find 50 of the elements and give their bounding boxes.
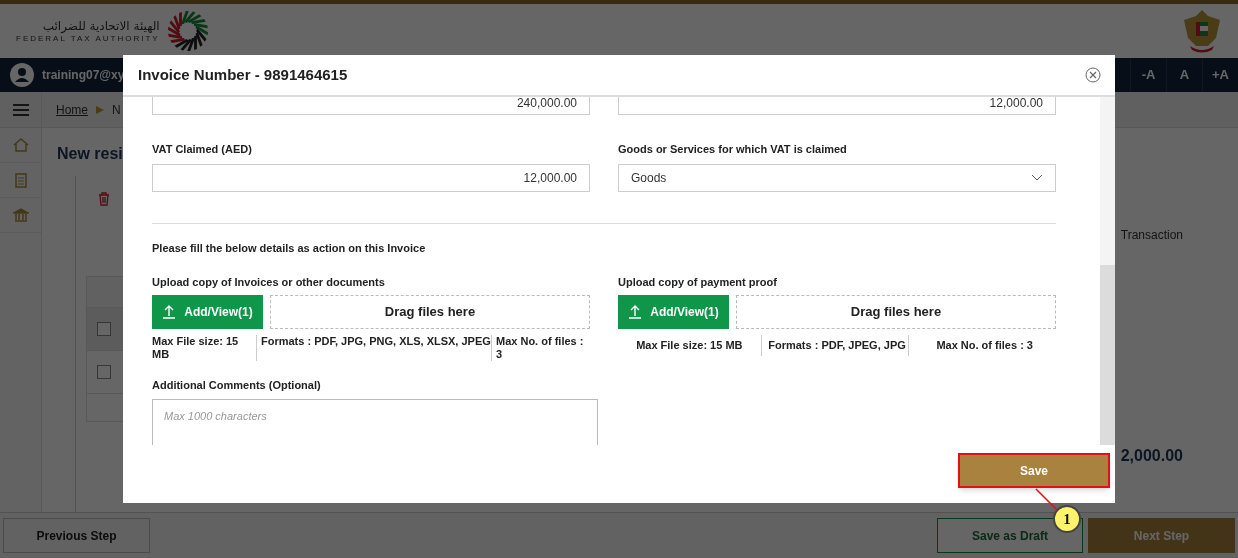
drop-zone[interactable]: Drag files here [736,294,1056,329]
input-field[interactable]: 240,000.00 [152,97,590,115]
menu-icon[interactable] [12,103,29,116]
trash-icon[interactable] [98,192,110,206]
chevron-icon [96,105,104,114]
avatar-icon [10,63,34,87]
file-limit-text: Max No. of files : 3 [908,334,1056,356]
home-icon[interactable] [12,137,29,153]
field-label: VAT Claimed (AED) [152,142,253,157]
add-view-button[interactable]: Add/View(1) [152,294,263,329]
upload-icon [628,304,643,319]
file-limit-text: Max File size: 15 MB [635,337,744,353]
column-header: Transaction [1120,227,1183,244]
add-view-button[interactable]: Add/View(1) [618,294,729,329]
bank-icon[interactable] [12,207,29,223]
checkbox[interactable] [97,322,111,336]
emblem-icon [1182,8,1222,54]
file-limit-text: Formats : PDF, JPEG, JPG [760,334,909,356]
file-limit-text: Max File size: 15 MB [152,334,240,361]
modal-title: Invoice Number - 9891464615 [138,64,348,85]
user-email: training07@xy [42,67,125,84]
file-limit-text: Max No. of files : 3 [491,334,590,361]
page-title: New resi [57,144,123,164]
select-field[interactable]: Goods [618,163,1056,192]
org-name: FEDERAL TAX AUTHORITY [16,34,160,44]
upload-icon [162,304,177,319]
save-button[interactable]: Save [958,453,1110,488]
breadcrumb-link[interactable]: N [112,100,121,119]
comments-field[interactable]: Max 1000 characters [152,399,598,445]
org-name-arabic: الهيئة الاتحادية للضرائب [42,18,160,34]
instruction-text: Please fill the below details as action on this Invoice [152,240,427,256]
callout-number: 1 [1053,505,1081,533]
file-limit-text: Formats : PDF, JPG, PNG, XLS, XLSX, JPEG [256,334,491,361]
drop-zone[interactable]: Drag files here [270,294,590,329]
field-label: Goods or Services for which VAT is claimed [618,142,848,157]
scrollbar-thumb[interactable] [1100,265,1115,445]
field-label: Additional Comments (Optional) [152,377,322,393]
input-field[interactable]: 12,000.00 [618,97,1056,115]
logo-icon [165,9,210,53]
field-label: Upload copy of Invoices or other documents [152,275,386,290]
checkbox[interactable] [97,365,111,379]
field-label: Upload copy of payment proof [618,275,778,290]
input-field[interactable]: 12,000.00 [152,163,590,192]
close-icon[interactable] [1085,67,1101,83]
footer-button[interactable]: Next Step [1088,518,1235,553]
breadcrumb-link[interactable]: Home [56,100,88,119]
clipboard-icon[interactable] [12,172,29,188]
chevron-down-icon [1031,174,1043,181]
footer-button[interactable]: Previous Step [3,518,150,553]
total-amount: 2,000.00 [1120,446,1183,466]
